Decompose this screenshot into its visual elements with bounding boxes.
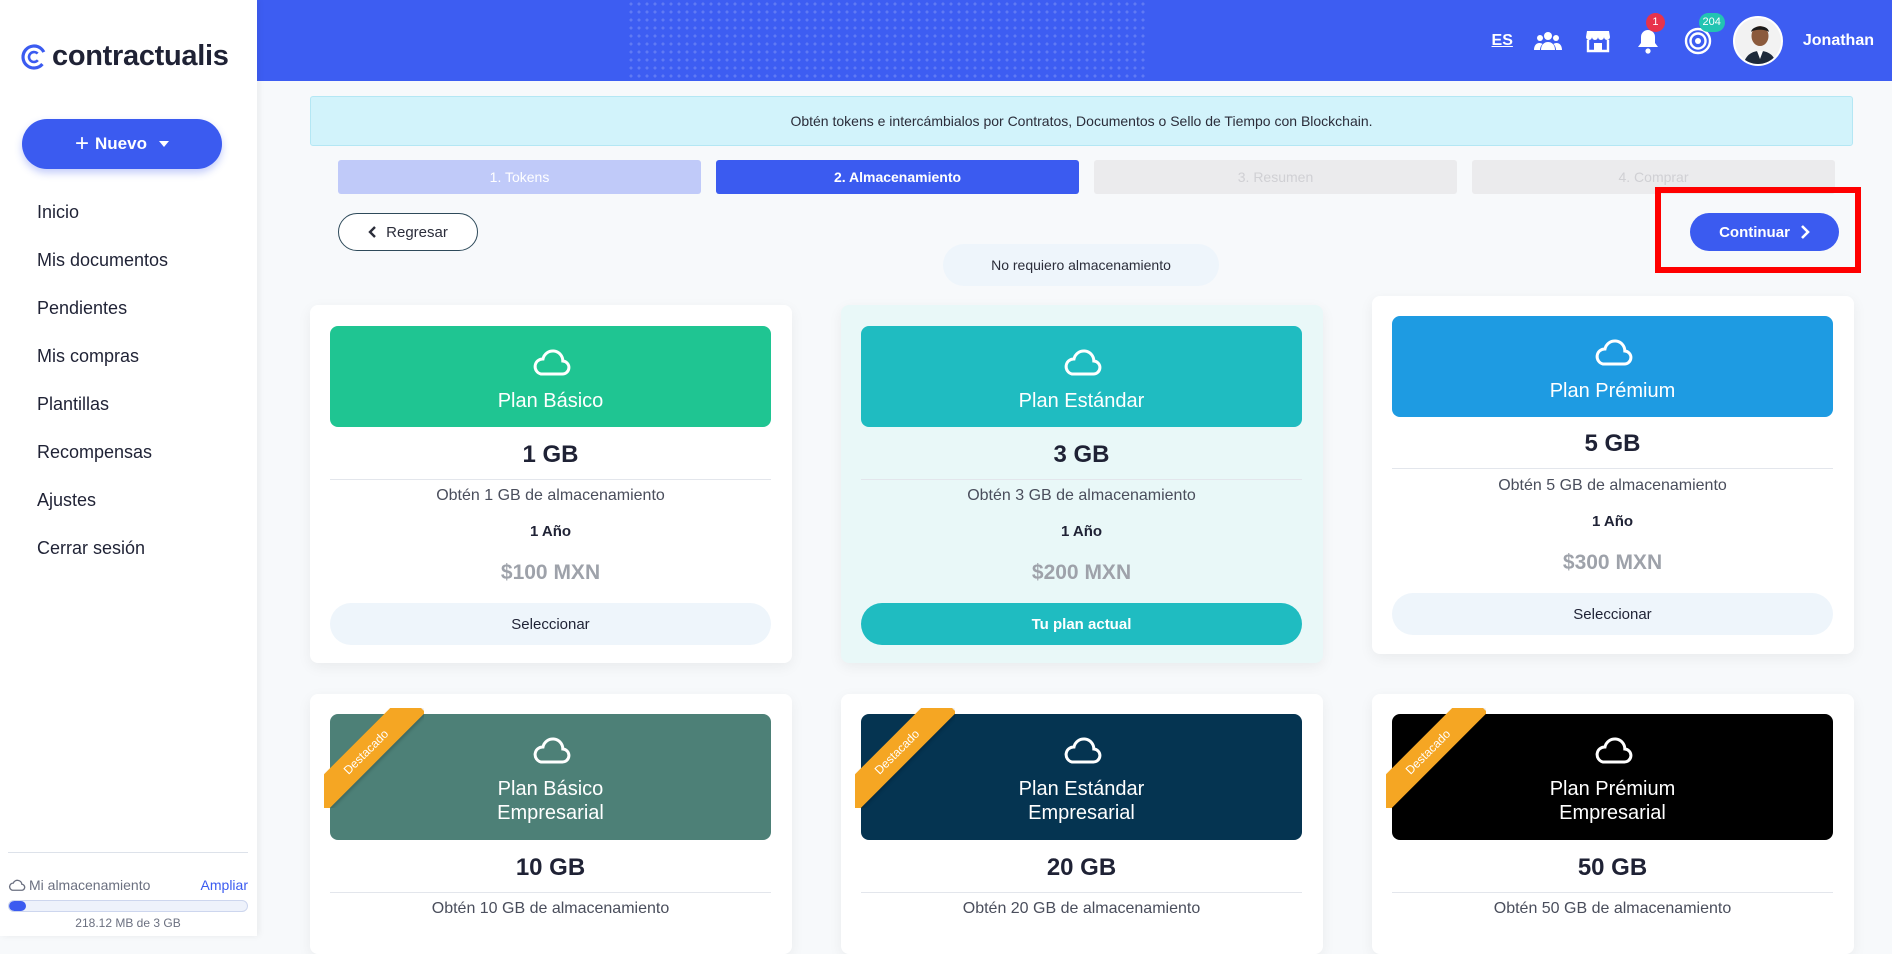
continue-button-label: Continuar	[1719, 223, 1790, 241]
plan-name: Plan Prémium	[1549, 380, 1676, 402]
cloud-icon	[1064, 737, 1101, 764]
plan-name: Plan Básico	[497, 390, 604, 412]
back-button[interactable]: Regresar	[338, 213, 478, 251]
new-button-label: Nuevo	[95, 134, 147, 153]
cloud-icon	[1064, 349, 1101, 376]
plan-name: Plan Estándar	[1018, 390, 1145, 412]
current-plan-button[interactable]: Tu plan actual	[861, 603, 1302, 645]
notifications-badge: 1	[1645, 12, 1665, 32]
language-selector[interactable]: ES	[1492, 32, 1513, 50]
cloud-icon	[8, 879, 26, 891]
plan-card-premium: Plan Prémium 5 GB Obtén 5 GB de almacena…	[1372, 296, 1854, 654]
plan-name: Plan Prémium Empresarial	[1549, 778, 1676, 824]
plan-description: Obtén 50 GB de almacenamiento	[1493, 900, 1732, 917]
sidebar: contractualis + Nuevo Inicio Mis documen…	[0, 0, 257, 936]
plan-description: Obtén 20 GB de almacenamiento	[962, 900, 1201, 917]
logo[interactable]: contractualis	[20, 40, 229, 73]
step-storage[interactable]: 2. Almacenamiento	[716, 160, 1079, 194]
sidebar-item-inicio[interactable]: Inicio	[37, 198, 168, 246]
plan-term: 1 Año	[1060, 523, 1103, 540]
user-avatar[interactable]	[1732, 15, 1783, 66]
sidebar-item-mis-documentos[interactable]: Mis documentos	[37, 246, 168, 294]
sidebar-item-ajustes[interactable]: Ajustes	[37, 486, 168, 534]
plan-price: $200 MXN	[1031, 561, 1132, 584]
bell-icon[interactable]: 1	[1633, 12, 1665, 56]
featured-ribbon: Destacado	[324, 708, 424, 808]
select-plan-button[interactable]: Seleccionar	[330, 603, 771, 645]
topbar: ES 1 204 Jonathan	[257, 0, 1892, 81]
world-map-pattern	[627, 0, 1147, 81]
plan-price: $100 MXN	[500, 561, 601, 584]
storage-panel: Mi almacenamiento Ampliar 218.12 MB de 3…	[8, 852, 248, 930]
info-notice: Obtén tokens e intercámbialos por Contra…	[310, 96, 1853, 146]
plan-capacity: 3 GB	[861, 441, 1302, 480]
step-tokens[interactable]: 1. Tokens	[338, 160, 701, 194]
tokens-badge: 204	[1698, 12, 1725, 32]
caret-down-icon	[158, 141, 169, 147]
plan-header: Plan Prémium	[1392, 316, 1833, 417]
step-summary: 3. Resumen	[1094, 160, 1457, 194]
plan-price: $300 MXN	[1562, 551, 1663, 574]
featured-ribbon: Destacado	[1386, 708, 1486, 808]
store-icon[interactable]	[1583, 26, 1613, 56]
storage-progress-fill	[9, 901, 26, 911]
sidebar-item-plantillas[interactable]: Plantillas	[37, 390, 168, 438]
sidebar-item-mis-compras[interactable]: Mis compras	[37, 342, 168, 390]
sidebar-item-cerrar-sesion[interactable]: Cerrar sesión	[37, 534, 168, 582]
plan-description: Obtén 5 GB de almacenamiento	[1498, 477, 1727, 494]
back-button-label: Regresar	[386, 223, 448, 241]
plan-description: Obtén 3 GB de almacenamiento	[967, 487, 1196, 504]
plan-capacity: 20 GB	[861, 854, 1302, 893]
new-button[interactable]: + Nuevo	[22, 119, 222, 169]
plan-card-basico-empresarial: Plan Básico Empresarial Destacado 10 GB O…	[310, 694, 792, 954]
username[interactable]: Jonathan	[1803, 32, 1874, 50]
storage-progress-bar	[8, 900, 248, 912]
plan-capacity: 1 GB	[330, 441, 771, 480]
brand-name: contractualis	[52, 40, 229, 72]
plan-capacity: 5 GB	[1392, 430, 1833, 469]
plan-card-basico: Plan Básico 1 GB Obtén 1 GB de almacenam…	[310, 305, 792, 663]
plan-description: Obtén 1 GB de almacenamiento	[436, 487, 665, 504]
sidebar-item-pendientes[interactable]: Pendientes	[37, 294, 168, 342]
storage-label: Mi almacenamiento	[29, 877, 151, 893]
chevron-left-icon	[368, 226, 376, 238]
plan-header: Plan Estándar	[861, 326, 1302, 427]
cloud-icon	[1595, 737, 1632, 764]
chevron-right-icon	[1800, 225, 1810, 239]
purchase-steps: 1. Tokens 2. Almacenamiento 3. Resumen 4…	[338, 160, 1835, 194]
no-storage-button[interactable]: No requiero almacenamiento	[943, 244, 1219, 286]
plan-term: 1 Año	[529, 523, 572, 540]
plus-icon: +	[75, 130, 90, 157]
logo-icon	[21, 43, 47, 70]
plan-name: Plan Básico Empresarial	[497, 778, 604, 824]
token-icon[interactable]: 204	[1683, 12, 1725, 56]
cloud-icon	[533, 349, 570, 376]
plan-header: Plan Básico	[330, 326, 771, 427]
expand-storage-link[interactable]: Ampliar	[201, 877, 248, 893]
plan-term: 1 Año	[1591, 513, 1634, 530]
cloud-icon	[533, 737, 570, 764]
select-plan-button[interactable]: Seleccionar	[1392, 593, 1833, 635]
plan-card-estandar: Plan Estándar 3 GB Obtén 3 GB de almacen…	[841, 305, 1323, 663]
plan-card-estandar-empresarial: Plan Estándar Empresarial Destacado 20 GB…	[841, 694, 1323, 954]
plan-name: Plan Estándar Empresarial	[1018, 778, 1145, 824]
plan-capacity: 50 GB	[1392, 854, 1833, 893]
plan-description: Obtén 10 GB de almacenamiento	[431, 900, 670, 917]
continue-button[interactable]: Continuar	[1690, 213, 1839, 251]
storage-used-text: 218.12 MB de 3 GB	[75, 916, 181, 930]
plan-capacity: 10 GB	[330, 854, 771, 893]
featured-ribbon: Destacado	[855, 708, 955, 808]
plan-card-premium-empresarial: Plan Prémium Empresarial Destacado 50 GB …	[1372, 694, 1854, 954]
sidebar-nav: Inicio Mis documentos Pendientes Mis com…	[37, 198, 168, 582]
users-icon[interactable]	[1533, 26, 1563, 56]
cloud-icon	[1595, 339, 1632, 366]
sidebar-item-recompensas[interactable]: Recompensas	[37, 438, 168, 486]
